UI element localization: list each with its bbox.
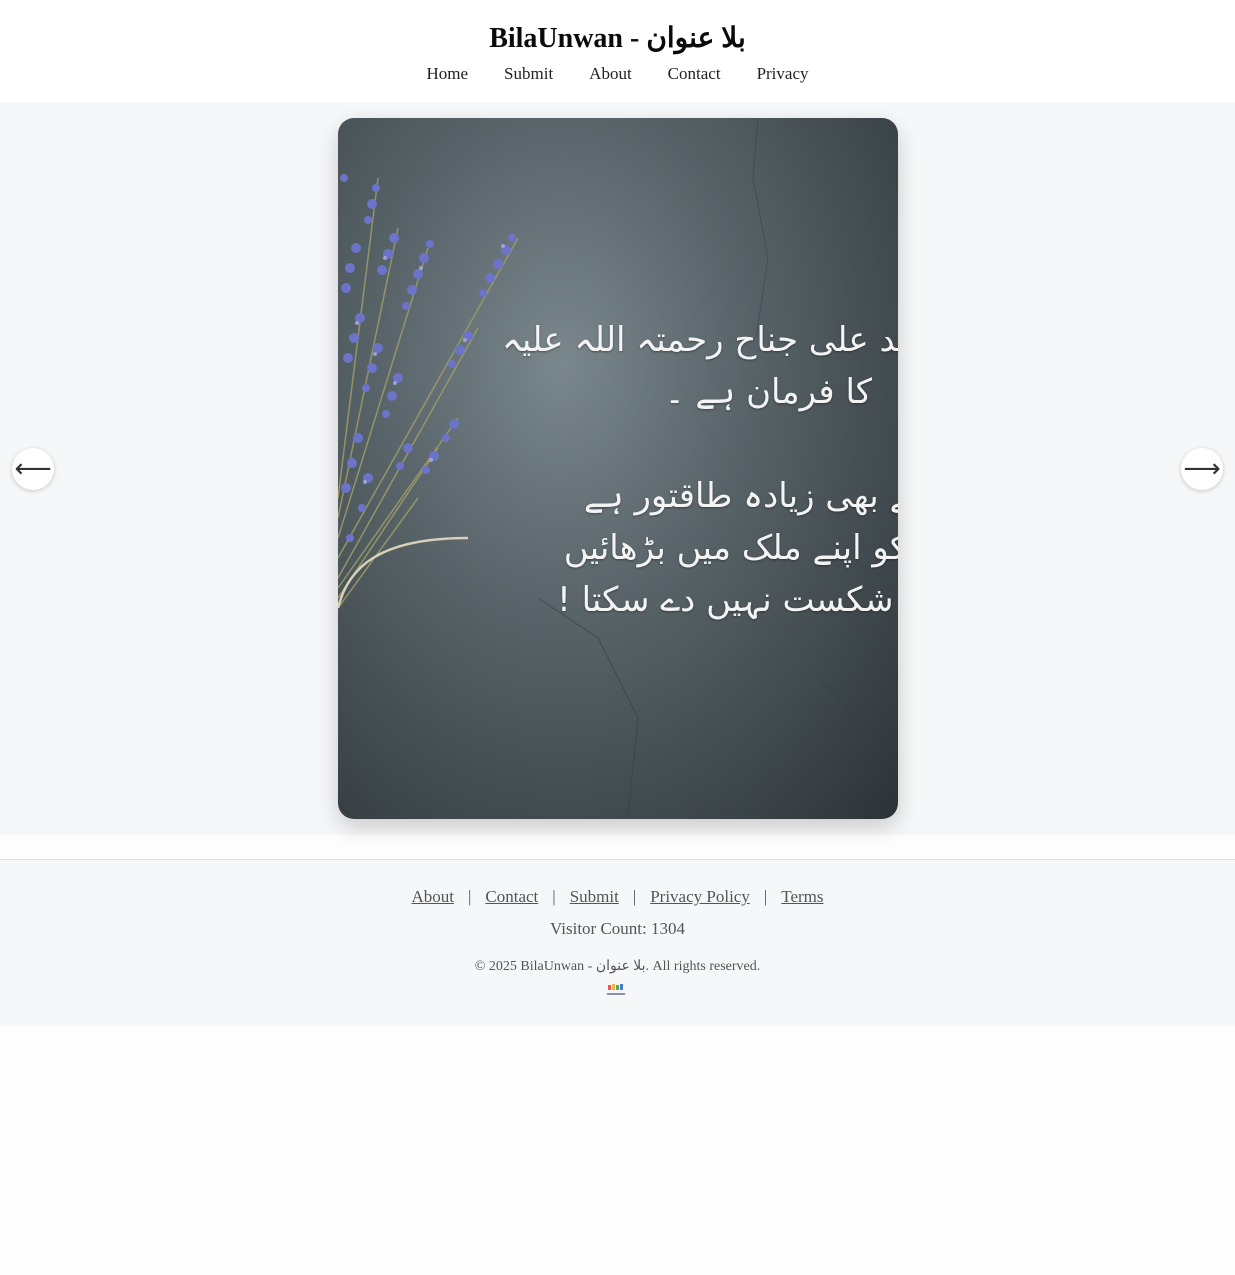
site-logo — [607, 984, 625, 995]
slide-text-line: م کو اپنے ملک میں بڑھائیں — [563, 528, 898, 568]
footer-separator: | — [467, 887, 472, 906]
nav-submit-link[interactable]: Submit — [504, 63, 553, 85]
arrow-left-icon: ⟵ — [14, 454, 52, 484]
site-title[interactable]: BilaUnwan - بلا عنوان — [0, 22, 1235, 56]
site-header: BilaUnwan - بلا عنوان Home Submit About … — [0, 0, 1235, 102]
footer-terms-link[interactable]: Terms — [781, 886, 823, 908]
nav-contact-link[interactable]: Contact — [668, 63, 721, 85]
arrow-right-icon: ⟶ — [1183, 454, 1221, 484]
footer-about-link[interactable]: About — [411, 886, 454, 908]
footer-separator: | — [632, 887, 637, 906]
footer-contact-link[interactable]: Contact — [485, 886, 538, 908]
copyright-text: © 2025 BilaUnwan - بلا عنوان. All rights… — [474, 959, 761, 974]
nav-home-link[interactable]: Home — [427, 63, 469, 85]
nav-about-link[interactable]: About — [589, 63, 632, 85]
visitor-count: Visitor Count: 1304 — [550, 919, 685, 938]
footer-separator: | — [552, 887, 556, 906]
top-nav: Home Submit About Contact Privacy — [0, 63, 1235, 85]
slide-text-line: کو شکست نہیں دے سکتا ! — [557, 580, 898, 620]
nav-privacy-link[interactable]: Privacy — [757, 63, 809, 85]
footer-separator: | — [763, 887, 768, 906]
slide-text-line: سے بھی زیادہ طاقتور ہے — [583, 476, 898, 516]
image-carousel: حمد علی جناح رحمتہ اللہ علیہ کا فرمان ہے… — [0, 102, 1235, 835]
site-footer: About | Contact | Submit | Privacy Polic… — [0, 859, 1235, 1026]
carousel-slide-image: حمد علی جناح رحمتہ اللہ علیہ کا فرمان ہے… — [338, 118, 898, 819]
footer-submit-link[interactable]: Submit — [570, 886, 619, 908]
carousel-next-button[interactable]: ⟶ — [1181, 448, 1223, 490]
carousel-prev-button[interactable]: ⟵ — [12, 448, 54, 490]
footer-links: About | Contact | Submit | Privacy Polic… — [0, 886, 1235, 908]
footer-privacy-policy-link[interactable]: Privacy Policy — [650, 886, 750, 908]
lavender-illustration — [338, 118, 898, 819]
slide-text-line: کا فرمان ہے ۔ — [664, 372, 872, 412]
slide-text-line: حمد علی جناح رحمتہ اللہ علیہ — [501, 320, 898, 360]
